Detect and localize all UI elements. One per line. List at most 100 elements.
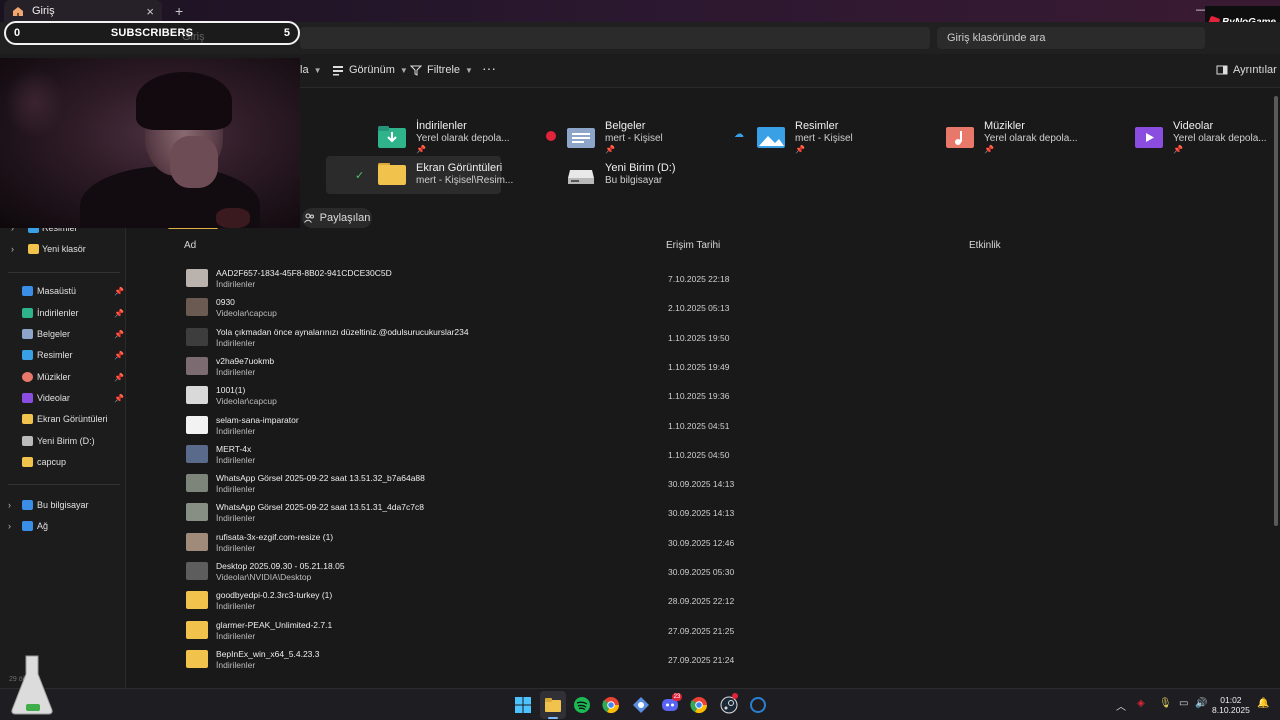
file-thumbnail-icon bbox=[186, 356, 208, 375]
videos-icon bbox=[22, 393, 33, 403]
file-thumbnail-icon bbox=[186, 415, 208, 434]
sidebar-label: Belgeler bbox=[37, 329, 71, 339]
file-row[interactable]: goodbyedpi-0.2.3rc3-turkey (1) İndirilenl… bbox=[184, 588, 1264, 617]
quick-access-item[interactable]: İndirilenler Yerel olarak depola... 📌 bbox=[378, 120, 510, 154]
sort-button[interactable]: la ▼ bbox=[300, 64, 321, 76]
tray-app-icon[interactable]: ◈ bbox=[1137, 698, 1145, 709]
column-header-date[interactable]: Erişim Tarihi bbox=[666, 240, 720, 251]
spotify-icon[interactable] bbox=[572, 695, 592, 715]
quick-access-item[interactable]: Ekran Görüntüleri mert - Kişisel\Resim... bbox=[378, 162, 513, 186]
file-name: selam-sana-imparator bbox=[216, 414, 299, 425]
sidebar-item-yeni-klasor[interactable]: › Yeni klasör bbox=[0, 239, 126, 259]
file-row[interactable]: BepInEx_win_x64_5.4.23.3 İndirilenler 27.0… bbox=[184, 647, 1264, 676]
people-icon bbox=[303, 213, 314, 223]
discord-badge: 23 bbox=[672, 693, 682, 701]
quick-access-item[interactable]: Müzikler Yerel olarak depola... 📌 bbox=[946, 120, 1078, 154]
file-thumbnail-icon bbox=[186, 474, 208, 493]
file-row[interactable]: WhatsApp Görsel 2025-09-22 saat 13.51.31… bbox=[184, 500, 1264, 529]
notifications-icon[interactable]: 🔔 bbox=[1257, 698, 1269, 709]
app-ring-icon[interactable] bbox=[748, 695, 768, 715]
app-launcher-icon[interactable] bbox=[631, 695, 651, 715]
view-button[interactable]: Görünüm ▼ bbox=[332, 64, 408, 76]
file-explorer-icon[interactable] bbox=[543, 695, 563, 715]
file-location: İndirilenler bbox=[216, 425, 256, 436]
file-row[interactable]: glarmer-PEAK_Unlimited-2.7.1 İndirilenler… bbox=[184, 618, 1264, 647]
vertical-scrollbar[interactable] bbox=[1274, 96, 1278, 526]
view-icon bbox=[333, 66, 343, 76]
search-input[interactable]: Giriş klasöründe ara bbox=[937, 27, 1205, 49]
filter-button[interactable]: Filtrele ▼ bbox=[410, 64, 473, 76]
pin-icon: 📌 bbox=[1173, 145, 1183, 154]
sidebar-item-capcup[interactable]: capcup bbox=[0, 452, 126, 472]
details-button[interactable]: Ayrıntılar bbox=[1216, 64, 1277, 76]
pin-icon: 📌 bbox=[416, 145, 426, 154]
sidebar-item-indirilenler[interactable]: İndirilenler 📌 bbox=[0, 303, 126, 323]
address-bar[interactable] bbox=[300, 27, 930, 49]
tab-title: Giriş bbox=[32, 5, 55, 17]
shared-tab[interactable]: Paylaşılan bbox=[302, 208, 372, 228]
column-header-activity[interactable]: Etkinlik bbox=[969, 240, 1001, 251]
microphone-icon[interactable]: 🎙 bbox=[1159, 698, 1172, 709]
tab-bar: Giriş × + — bbox=[0, 0, 1280, 22]
file-row[interactable]: rufisata-3x-ezgif.com-resize (1) İndirile… bbox=[184, 530, 1264, 559]
pin-icon: 📌 bbox=[114, 393, 124, 403]
file-access-date: 30.09.2025 05:30 bbox=[668, 567, 735, 577]
notification-dot bbox=[732, 693, 738, 699]
file-location: İndirilenler bbox=[216, 542, 256, 553]
file-access-date: 27.09.2025 21:25 bbox=[668, 625, 735, 636]
quick-access-item[interactable]: Yeni Birim (D:) Bu bilgisayar bbox=[567, 162, 676, 186]
file-row[interactable]: MERT-4x İndirilenler 1.10.2025 04:50 bbox=[184, 442, 1264, 471]
system-clock[interactable]: 01:02 8.10.2025 bbox=[1212, 695, 1250, 715]
file-row[interactable]: Desktop 2025.09.30 - 05.21.18.05 Videolar… bbox=[184, 559, 1264, 588]
sidebar-item-muzikler[interactable]: Müzikler 📌 bbox=[0, 367, 126, 387]
file-thumbnail-icon bbox=[186, 298, 208, 317]
file-row[interactable]: selam-sana-imparator İndirilenler 1.10.202… bbox=[184, 413, 1264, 442]
quick-access-item[interactable]: Belgeler mert - Kişisel 📌 bbox=[567, 120, 663, 154]
sidebar-item-videolar[interactable]: Videolar 📌 bbox=[0, 388, 126, 408]
pictures-icon bbox=[22, 350, 33, 360]
file-row[interactable]: WhatsApp Görsel 2025-09-22 saat 13.51.32… bbox=[184, 471, 1264, 500]
navigation-pane: › Resimler › Yeni klasör Masaüstü 📌 İndi… bbox=[0, 223, 126, 688]
chrome-profile-icon[interactable] bbox=[689, 695, 709, 715]
sidebar-item-resimler-pinned[interactable]: Resimler 📌 bbox=[0, 345, 126, 365]
webcam-person-hand bbox=[170, 136, 218, 188]
home-icon bbox=[13, 6, 23, 16]
quick-access-item[interactable]: Videolar Yerel olarak depola... 📌 bbox=[1135, 120, 1267, 154]
sidebar-label: Masaüstü bbox=[37, 286, 77, 296]
sidebar-item-ag[interactable]: › Ağ bbox=[0, 516, 126, 536]
qa-sub: mert - Kişisel bbox=[795, 133, 853, 144]
volume-icon[interactable]: 🔊 bbox=[1195, 698, 1207, 709]
file-row[interactable]: v2ha9e7uokmb İndirilenler 1.10.2025 19:49 bbox=[184, 354, 1264, 383]
sidebar-item-ekran-goruntuleri[interactable]: Ekran Görüntüleri bbox=[0, 409, 126, 429]
clock-time: 01:02 bbox=[1220, 695, 1242, 705]
network-tray-icon[interactable]: ▭ bbox=[1179, 698, 1188, 709]
new-tab-button[interactable]: + bbox=[175, 3, 183, 19]
file-thumbnail-icon bbox=[186, 269, 208, 287]
close-tab-icon[interactable]: × bbox=[146, 4, 154, 19]
tab-home[interactable]: Giriş × bbox=[4, 0, 162, 22]
active-indicator bbox=[548, 717, 558, 719]
quick-access-item[interactable]: Resimler mert - Kişisel 📌 bbox=[757, 120, 853, 154]
file-row[interactable]: 1001(1) Videolar\capcup 1.10.2025 19:36 bbox=[184, 383, 1264, 412]
file-name: WhatsApp Görsel 2025-09-22 saat 13.51.32… bbox=[216, 473, 425, 484]
subscriber-count-left: 0 bbox=[14, 27, 21, 39]
windows-start-icon[interactable] bbox=[513, 695, 533, 715]
file-row[interactable]: AAD2F657-1834-45F8-8B02-941CDCE30C5D İndi… bbox=[184, 266, 1264, 295]
subscriber-label: SUBSCRIBERS bbox=[110, 27, 194, 39]
sidebar-item-yeni-birim[interactable]: Yeni Birim (D:) bbox=[0, 431, 126, 451]
chrome-icon[interactable] bbox=[601, 695, 621, 715]
sidebar-item-masaustu[interactable]: Masaüstü 📌 bbox=[0, 281, 126, 301]
column-header-name[interactable]: Ad bbox=[184, 240, 196, 251]
file-thumbnail-icon bbox=[186, 649, 208, 668]
file-name: v2ha9e7uokmb bbox=[216, 355, 275, 366]
sidebar-item-bu-bilgisayar[interactable]: › Bu bilgisayar bbox=[0, 495, 126, 515]
tray-overflow-icon[interactable]: ︿ bbox=[1116, 698, 1126, 713]
cloud-icon: ☁ bbox=[734, 129, 744, 140]
file-row[interactable]: 0930 Videolar\capcup 2.10.2025 05:13 bbox=[184, 295, 1264, 324]
sidebar-divider bbox=[8, 272, 120, 273]
file-row[interactable]: Yola çıkmadan önce aynalarınızı düzeltin… bbox=[184, 325, 1264, 354]
sidebar-item-belgeler[interactable]: Belgeler 📌 bbox=[0, 324, 126, 344]
qa-name: İndirilenler bbox=[416, 120, 467, 132]
file-name: Yola çıkmadan önce aynalarınızı düzeltin… bbox=[216, 326, 469, 337]
more-options-button[interactable]: ··· bbox=[482, 60, 496, 76]
